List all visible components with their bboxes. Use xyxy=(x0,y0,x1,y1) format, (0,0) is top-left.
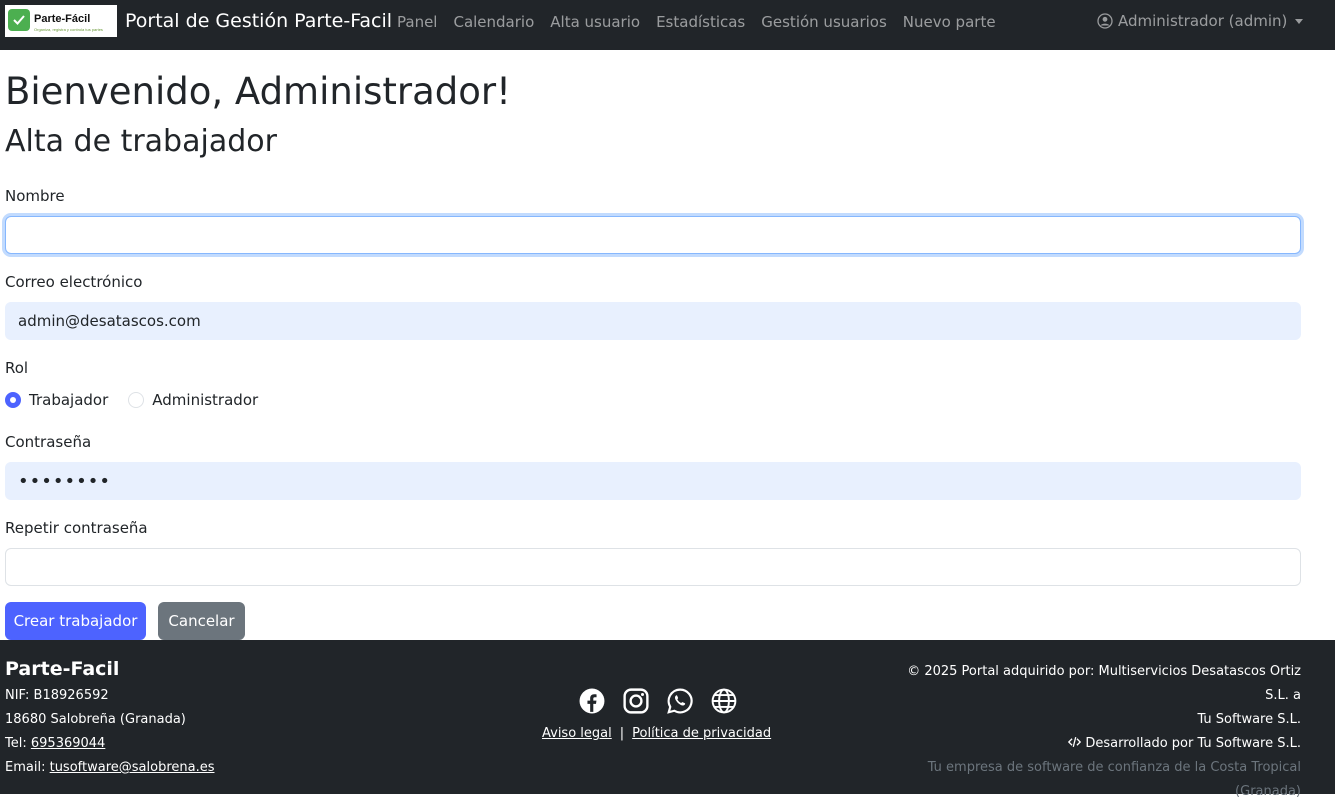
footer-email: Email: tusoftware@salobrena.es xyxy=(5,760,215,775)
nav-link-nuevo-parte[interactable]: Nuevo parte xyxy=(903,13,996,31)
footer-nif: NIF: B18926592 xyxy=(5,688,109,703)
footer-address: 18680 Salobreña (Granada) xyxy=(5,712,186,727)
repeat-password-field[interactable] xyxy=(5,548,1301,586)
nav-link-panel[interactable]: Panel xyxy=(397,13,437,31)
role-radio-group: Trabajador Administrador xyxy=(5,391,278,409)
nav-link-calendario[interactable]: Calendario xyxy=(453,13,534,31)
email-field[interactable]: admin@desatascos.com xyxy=(5,302,1301,340)
logo-tagline: Organiza, registra y controla tus partes xyxy=(34,28,103,32)
copyright-line2: Tu Software S.L. xyxy=(1197,712,1301,727)
globe-icon[interactable] xyxy=(711,688,737,714)
footer-credits: © 2025 Portal adquirido por: Multiservic… xyxy=(881,660,1301,804)
chevron-down-icon xyxy=(1295,18,1304,24)
copyright-line1: © 2025 Portal adquirido por: Multiservic… xyxy=(907,664,1301,703)
whatsapp-icon[interactable] xyxy=(667,688,693,714)
email-link[interactable]: tusoftware@salobrena.es xyxy=(50,760,215,775)
footer: Parte-Facil NIF: B18926592 18680 Salobre… xyxy=(0,640,1335,799)
radio-trabajador[interactable] xyxy=(5,392,21,408)
instagram-icon[interactable] xyxy=(623,688,649,714)
nav-link-estadisticas[interactable]: Estadísticas xyxy=(656,13,745,31)
facebook-icon[interactable] xyxy=(579,688,605,714)
password-label: Contraseña xyxy=(5,433,92,451)
footer-brand: Parte-Facil xyxy=(5,658,120,680)
tel-link[interactable]: 695369044 xyxy=(31,736,105,751)
nav-link-gestion-usuarios[interactable]: Gestión usuarios xyxy=(761,13,887,31)
footer-contact: Parte-Facil NIF: B18926592 18680 Salobre… xyxy=(5,658,214,780)
app-logo[interactable]: Parte-Fácil Organiza, registra y control… xyxy=(5,5,117,37)
password-value: •••••••• xyxy=(18,470,111,492)
code-icon xyxy=(1068,736,1082,748)
tagline-line1: Tu empresa de software de confianza de l… xyxy=(927,760,1301,775)
form-title: Alta de trabajador xyxy=(5,124,277,159)
tagline-line2: (Granada) xyxy=(1235,784,1301,799)
role-option-trabajador[interactable]: Trabajador xyxy=(5,391,108,409)
name-field[interactable] xyxy=(5,216,1301,254)
nav-links: Panel Calendario Alta usuario Estadístic… xyxy=(397,13,1012,31)
legal-links: Aviso legal | Política de privacidad xyxy=(542,726,771,741)
role-label: Rol xyxy=(5,359,29,377)
role-option-administrador[interactable]: Administrador xyxy=(128,391,258,409)
name-label: Nombre xyxy=(5,187,65,205)
role-option-label: Trabajador xyxy=(29,391,109,409)
check-icon xyxy=(8,9,30,31)
user-dropdown[interactable]: Administrador (admin) xyxy=(1097,12,1304,30)
welcome-heading: Bienvenido, Administrador! xyxy=(5,70,511,113)
user-circle-icon xyxy=(1097,13,1113,29)
cancel-button[interactable]: Cancelar xyxy=(158,602,245,640)
nav-link-alta-usuario[interactable]: Alta usuario xyxy=(550,13,640,31)
navbar-brand[interactable]: Portal de Gestión Parte-Facil xyxy=(125,10,392,32)
developed-by: Desarrollado por Tu Software S.L. xyxy=(881,732,1301,756)
repeat-password-label: Repetir contraseña xyxy=(5,519,148,537)
radio-administrador[interactable] xyxy=(128,392,145,408)
email-label: Correo electrónico xyxy=(5,273,143,291)
legal-notice-link[interactable]: Aviso legal xyxy=(542,726,612,741)
user-name: Administrador (admin) xyxy=(1118,12,1288,30)
footer-tel: Tel: 695369044 xyxy=(5,736,106,751)
footer-center: Aviso legal | Política de privacidad xyxy=(542,688,771,741)
top-navbar: Parte-Fácil Organiza, registra y control… xyxy=(0,0,1335,50)
separator: | xyxy=(619,726,625,741)
password-field[interactable]: •••••••• xyxy=(5,462,1301,500)
role-option-label: Administrador xyxy=(152,391,259,409)
social-links xyxy=(552,688,764,714)
create-worker-button[interactable]: Crear trabajador xyxy=(5,602,146,640)
privacy-policy-link[interactable]: Política de privacidad xyxy=(632,726,771,741)
logo-name: Parte-Fácil xyxy=(34,13,91,25)
